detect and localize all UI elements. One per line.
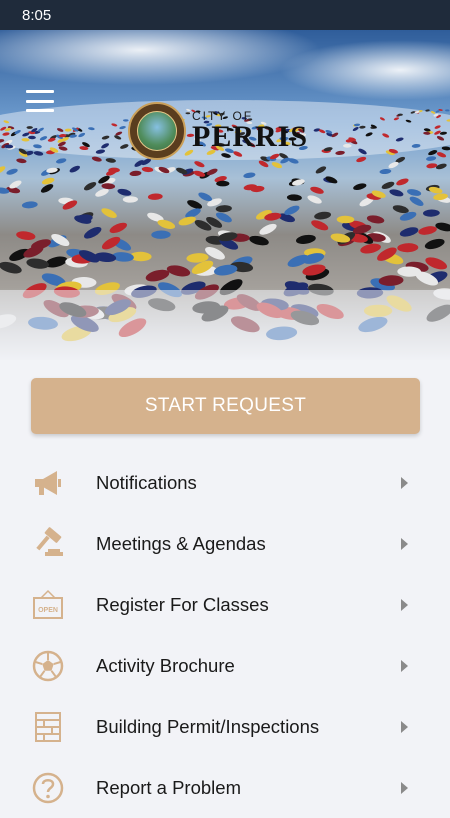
start-request-button[interactable]: START REQUEST bbox=[31, 378, 420, 434]
skydivers-photo bbox=[0, 30, 450, 360]
menu-item-label: Building Permit/Inspections bbox=[96, 715, 320, 737]
menu-item-label: Activity Brochure bbox=[96, 654, 235, 676]
menu-item-label: Meetings & Agendas bbox=[96, 532, 266, 554]
menu-item-activity-brochure[interactable]: Activity Brochure bbox=[0, 635, 450, 696]
status-time: 8:05 bbox=[22, 6, 52, 24]
city-logo: CITY OF PERRIS bbox=[128, 102, 308, 160]
gavel-icon bbox=[31, 526, 65, 561]
menu-item-meetings-agendas[interactable]: Meetings & Agendas bbox=[0, 513, 450, 574]
soccer-ball-icon bbox=[31, 649, 65, 683]
start-request-label: START REQUEST bbox=[144, 395, 307, 416]
megaphone-icon bbox=[31, 466, 65, 500]
menu-item-report-problem[interactable]: Report a Problem bbox=[0, 757, 450, 818]
city-seal-icon bbox=[128, 102, 186, 160]
header-hero: CITY OF PERRIS bbox=[0, 30, 450, 360]
chevron-right-icon bbox=[401, 537, 408, 550]
hamburger-menu-icon[interactable] bbox=[26, 90, 54, 112]
building-plan-icon bbox=[31, 710, 65, 744]
menu-item-building-permit[interactable]: Building Permit/Inspections bbox=[0, 696, 450, 757]
menu-item-register-classes[interactable]: OPEN Register For Classes bbox=[0, 574, 450, 635]
svg-text:OPEN: OPEN bbox=[38, 607, 58, 614]
menu-item-label: Report a Problem bbox=[96, 776, 241, 798]
chevron-right-icon bbox=[401, 720, 408, 733]
menu-item-notifications[interactable]: Notifications bbox=[0, 452, 450, 513]
question-circle-icon bbox=[31, 771, 65, 805]
menu-item-label: Notifications bbox=[96, 471, 197, 493]
menu-list: Notifications Meetings & Agendas OPEN Re… bbox=[0, 452, 450, 818]
menu-item-label: Register For Classes bbox=[96, 593, 269, 615]
open-sign-icon: OPEN bbox=[31, 588, 65, 622]
status-bar: 8:05 bbox=[0, 0, 450, 30]
logo-city-name: PERRIS bbox=[192, 120, 309, 153]
chevron-right-icon bbox=[401, 476, 408, 489]
chevron-right-icon bbox=[401, 781, 408, 794]
chevron-right-icon bbox=[401, 598, 408, 611]
chevron-right-icon bbox=[401, 659, 408, 672]
